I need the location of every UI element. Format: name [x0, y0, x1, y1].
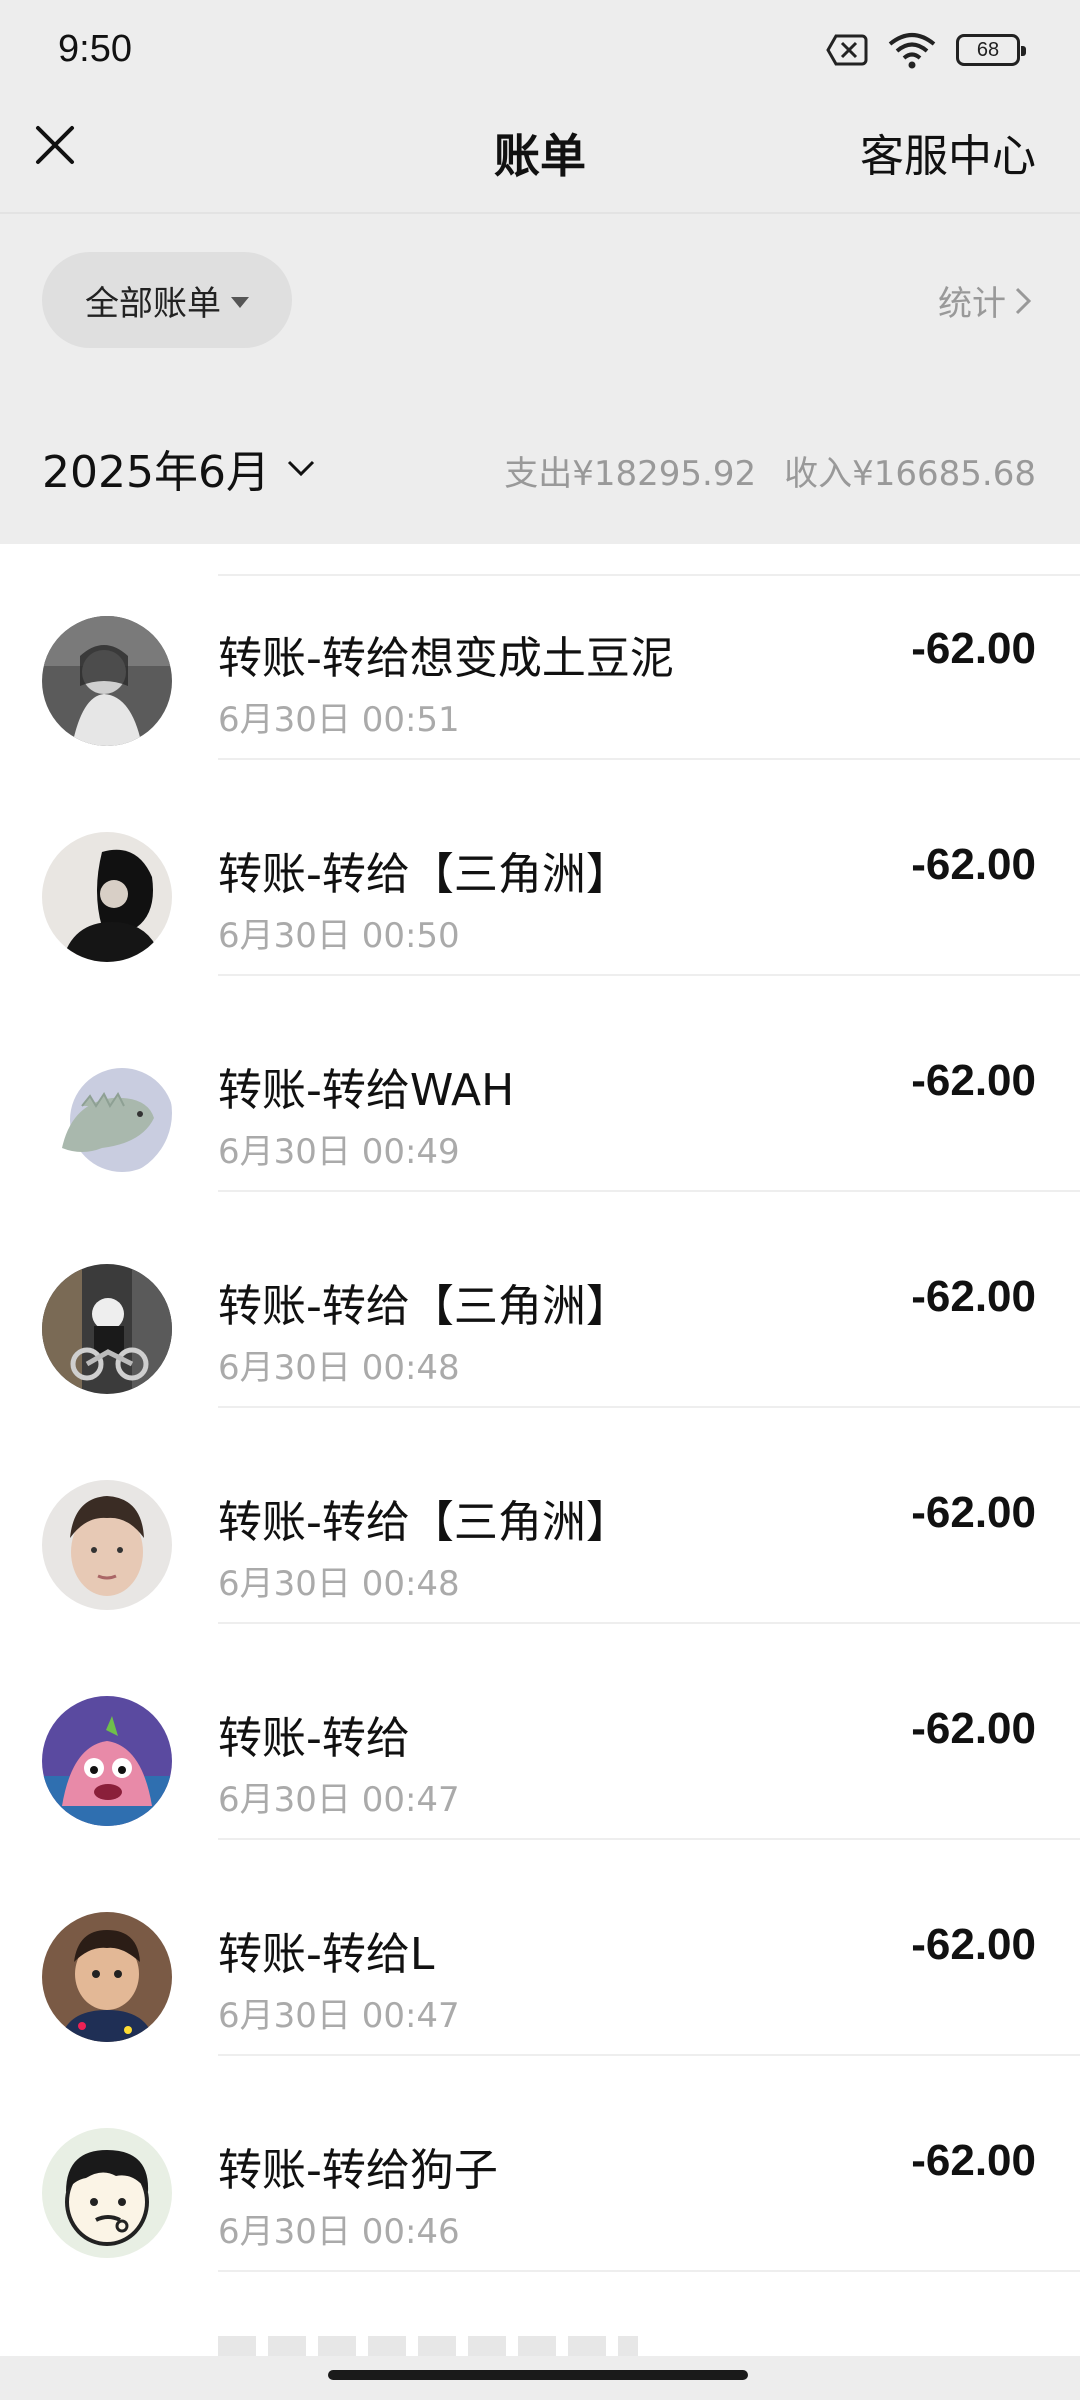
boy-face-avatar [42, 1480, 172, 1610]
row-divider [218, 2270, 1080, 2272]
transaction-row[interactable]: 转账-转给狗子 6月30日 00:46 -62.00 [0, 2056, 1080, 2272]
status-icons: 68 [826, 30, 1026, 70]
transaction-amount: -62.00 [911, 1056, 1036, 1105]
cartoon-face-avatar [42, 2128, 172, 2258]
transaction-title: 转账-转给想变成土豆泥 [218, 633, 674, 684]
cartoon-starfish-avatar [42, 1696, 172, 1826]
dinosaur-avatar [42, 1048, 172, 1178]
transaction-title: 转账-转给【三角洲】 [218, 1497, 630, 1548]
stats-label: 统计 [938, 284, 1006, 324]
transaction-time: 6月30日 00:47 [218, 1780, 460, 1820]
transaction-title: 转账-转给L [218, 1929, 435, 1980]
transaction-time: 6月30日 00:48 [218, 1564, 460, 1604]
home-indicator[interactable] [328, 2370, 748, 2380]
motorcycle-avatar [42, 1264, 172, 1394]
transaction-amount: -62.00 [911, 624, 1036, 673]
transaction-amount: -62.00 [911, 2136, 1036, 2185]
transaction-amount: -62.00 [911, 1704, 1036, 1753]
transaction-row[interactable]: 转账-转给【三角洲】 6月30日 00:48 -62.00 [0, 1192, 1080, 1408]
transaction-time: 6月30日 00:47 [218, 1996, 460, 2036]
month-label: 2025年6月 [42, 447, 270, 498]
transaction-row[interactable]: 转账-转给WAH 6月30日 00:49 -62.00 [0, 976, 1080, 1192]
month-selector[interactable]: 2025年6月 [42, 436, 316, 500]
bill-type-filter[interactable]: 全部账单 [42, 252, 292, 348]
month-header: 2025年6月 支出¥18295.92 收入¥16685.68 [0, 394, 1080, 544]
transaction-time: 6月30日 00:49 [218, 1132, 460, 1172]
income-total: 收入¥16685.68 [784, 454, 1036, 494]
expense-total: 支出¥18295.92 [504, 454, 757, 494]
transaction-time: 6月30日 00:48 [218, 1348, 460, 1388]
battery-icon: 68 [956, 34, 1026, 66]
transaction-row[interactable]: 转账-转给【三角洲】 6月30日 00:50 -62.00 [0, 760, 1080, 976]
filter-row: 全部账单 统计 [0, 214, 1080, 394]
wifi-icon [888, 33, 936, 69]
transaction-row[interactable]: 转账-转给 6月30日 00:47 -62.00 [0, 1624, 1080, 1840]
transaction-time: 6月30日 00:46 [218, 2212, 460, 2252]
chevron-right-icon [1015, 287, 1032, 314]
status-time: 9:50 [58, 28, 132, 70]
no-sim-icon [826, 34, 868, 66]
dropdown-triangle-icon [231, 296, 249, 308]
transaction-title: 转账-转给 [218, 1713, 410, 1764]
photo-avatar-dark [42, 832, 172, 962]
transaction-row[interactable]: 转账-转给L 6月30日 00:47 -62.00 [0, 1840, 1080, 2056]
photo-avatar-girl [42, 616, 172, 746]
transaction-row[interactable]: 转账-转给【三角洲】 6月30日 00:48 -62.00 [0, 1408, 1080, 1624]
chevron-down-icon [287, 460, 315, 477]
transaction-title: 转账-转给【三角洲】 [218, 1281, 630, 1332]
bottom-bar [0, 2356, 1080, 2400]
transaction-time: 6月30日 00:51 [218, 700, 460, 740]
month-summary: 支出¥18295.92 收入¥16685.68 [504, 446, 1036, 495]
customer-service-link[interactable]: 客服中心 [860, 120, 1036, 184]
transaction-title: 转账-转给【三角洲】 [218, 849, 630, 900]
transaction-amount: -62.00 [911, 1272, 1036, 1321]
filter-label: 全部账单 [85, 283, 221, 324]
nav-bar: 账单 客服中心 [0, 100, 1080, 212]
transaction-amount: -62.00 [911, 840, 1036, 889]
transaction-amount: -62.00 [911, 1488, 1036, 1537]
transaction-amount: -62.00 [911, 1920, 1036, 1969]
transaction-row[interactable]: 转账-转给想变成土豆泥 6月30日 00:51 -62.00 [0, 544, 1080, 760]
transaction-title: 转账-转给WAH [218, 1065, 515, 1116]
battery-level: 68 [976, 38, 1000, 61]
stats-link[interactable]: 统计 [938, 276, 1032, 325]
kid-photo-avatar [42, 1912, 172, 2042]
transaction-title: 转账-转给狗子 [218, 2145, 498, 2196]
transaction-time: 6月30日 00:50 [218, 916, 460, 956]
status-bar: 9:50 68 [0, 0, 1080, 100]
transaction-list[interactable]: 转账-转给想变成土豆泥 6月30日 00:51 -62.00 转账-转给【三角洲… [0, 544, 1080, 2356]
partial-row-hint [218, 2336, 638, 2356]
